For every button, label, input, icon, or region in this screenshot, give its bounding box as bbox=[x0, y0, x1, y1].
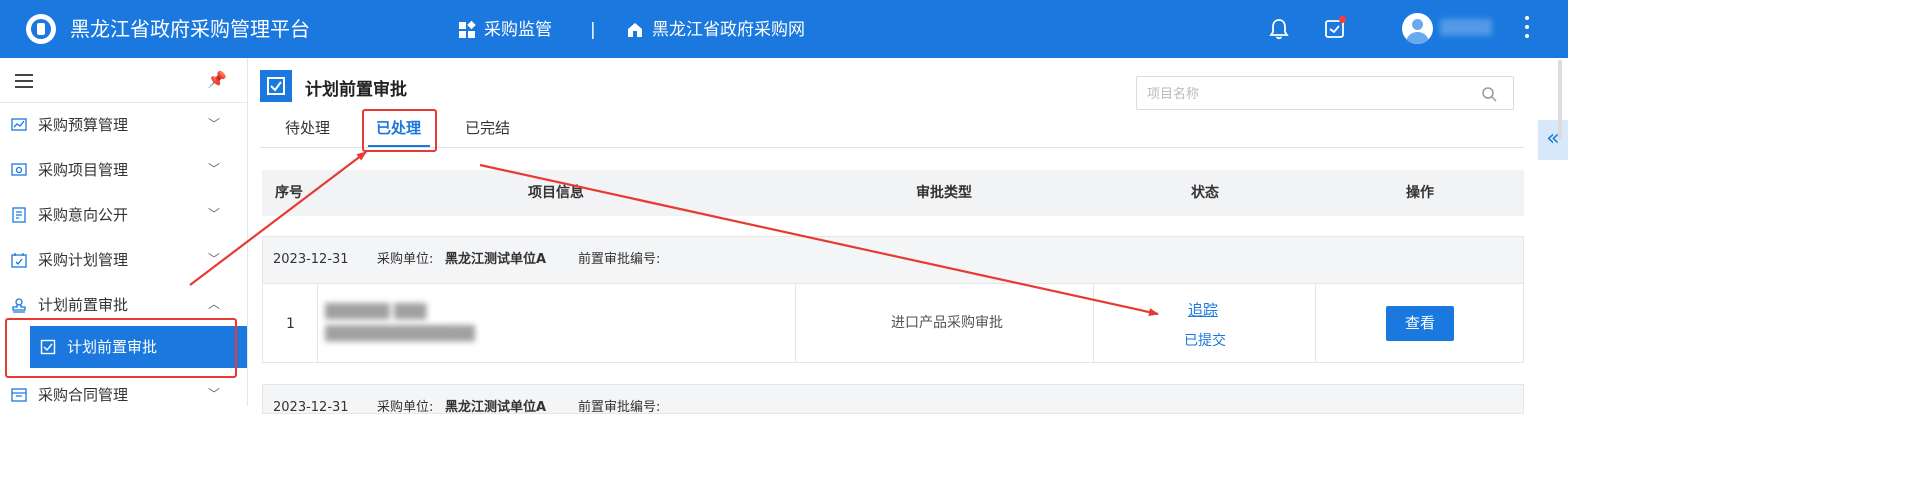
chevron-down-icon: ﹀ bbox=[208, 387, 221, 401]
tab-pending[interactable]: 待处理 bbox=[285, 117, 330, 139]
approval-code-label: 前置审批编号: bbox=[578, 252, 661, 267]
calendar-icon bbox=[11, 253, 27, 268]
column-divider bbox=[795, 283, 796, 362]
column-divider bbox=[317, 283, 318, 362]
group-date: 2023-12-31 bbox=[273, 252, 349, 267]
table-group: 2023-12-31 采购单位: 黑龙江测试单位A 前置审批编号: bbox=[262, 384, 1524, 415]
column-divider bbox=[1093, 283, 1094, 362]
logo-icon bbox=[26, 14, 56, 44]
top-bar: 黑龙江省政府采购管理平台 采购监管 | 黑龙江省政府采购网 ██████ bbox=[0, 0, 1568, 58]
sidebar-item-label: 采购预算管理 bbox=[38, 116, 129, 134]
task-icon[interactable] bbox=[1324, 16, 1346, 43]
chevron-down-icon: ﹀ bbox=[208, 162, 221, 176]
notification-dot bbox=[1339, 16, 1346, 23]
project-detail: ████████████████ bbox=[325, 326, 475, 342]
username[interactable]: ██████ bbox=[1440, 16, 1492, 40]
pin-icon[interactable]: 📌 bbox=[207, 70, 227, 89]
page-title: 计划前置审批 bbox=[305, 80, 407, 100]
chevron-up-icon: ︿ bbox=[208, 297, 221, 311]
sidebar-item-intent[interactable]: 采购意向公开 ﹀ bbox=[0, 193, 247, 238]
menu-icon[interactable] bbox=[15, 74, 33, 92]
approval-code-label: 前置审批编号: bbox=[578, 400, 661, 415]
grid-icon bbox=[459, 21, 476, 38]
sidebar-item-plan[interactable]: 采购计划管理 ﹀ bbox=[0, 238, 247, 283]
chevron-down-icon: ﹀ bbox=[208, 252, 221, 266]
column-header-approval-type: 审批类型 bbox=[916, 185, 972, 201]
unit-value: 黑龙江测试单位A bbox=[445, 400, 547, 415]
approval-type: 进口产品采购审批 bbox=[891, 315, 1003, 331]
nav-label: 采购监管 bbox=[484, 20, 552, 40]
search-box bbox=[1136, 76, 1514, 110]
group-date: 2023-12-31 bbox=[273, 400, 349, 415]
sidebar-item-label: 采购意向公开 bbox=[38, 206, 129, 224]
annotation-box bbox=[362, 109, 437, 152]
unit-label: 采购单位: bbox=[377, 252, 434, 267]
tab-completed[interactable]: 已完结 bbox=[465, 117, 510, 139]
annotation-box bbox=[5, 318, 237, 378]
document-icon bbox=[12, 207, 26, 223]
column-header-project-info: 项目信息 bbox=[528, 185, 584, 201]
nav-procurement-supervision[interactable]: 采购监管 bbox=[458, 18, 552, 42]
more-menu-icon[interactable] bbox=[1523, 16, 1531, 43]
sidebar-item-contract[interactable]: 采购合同管理 ﹀ bbox=[0, 373, 247, 418]
nav-procurement-website[interactable]: 黑龙江省政府采购网 bbox=[626, 18, 805, 42]
sidebar-item-budget[interactable]: 采购预算管理 ﹀ bbox=[0, 103, 247, 148]
stamp-icon bbox=[12, 298, 26, 313]
column-header-actions: 操作 bbox=[1406, 185, 1434, 201]
column-header-status: 状态 bbox=[1191, 185, 1219, 201]
chart-icon bbox=[11, 118, 27, 131]
search-input[interactable] bbox=[1145, 82, 1469, 106]
nav-separator: | bbox=[590, 20, 596, 40]
sidebar-item-label: 采购合同管理 bbox=[38, 386, 129, 404]
avatar[interactable] bbox=[1402, 13, 1433, 44]
row-index: 1 bbox=[286, 316, 295, 332]
scrollbar[interactable] bbox=[1556, 60, 1564, 406]
chevron-down-icon: ﹀ bbox=[208, 207, 221, 221]
column-header-index: 序号 bbox=[275, 185, 303, 201]
unit-label: 采购单位: bbox=[377, 400, 434, 415]
table-group: 2023-12-31 采购单位: 黑龙江测试单位A 前置审批编号: 1 ████… bbox=[262, 236, 1524, 363]
sidebar-item-label: 采购计划管理 bbox=[38, 251, 129, 269]
view-button[interactable]: 查看 bbox=[1386, 306, 1454, 341]
sidebar-item-label: 计划前置审批 bbox=[38, 296, 129, 314]
sidebar-toolbar: 📌 bbox=[0, 58, 247, 103]
chevron-down-icon: ﹀ bbox=[208, 117, 221, 131]
search-icon[interactable] bbox=[1481, 86, 1497, 102]
column-divider bbox=[1315, 283, 1316, 362]
contract-icon bbox=[11, 388, 27, 402]
bell-icon[interactable] bbox=[1268, 18, 1290, 40]
status-text: 已提交 bbox=[1184, 333, 1226, 349]
unit-value: 黑龙江测试单位A bbox=[445, 252, 547, 267]
group-header: 2023-12-31 采购单位: 黑龙江测试单位A 前置审批编号: bbox=[263, 237, 1523, 284]
app-title: 黑龙江省政府采购管理平台 bbox=[70, 17, 310, 41]
sidebar-item-label: 采购项目管理 bbox=[38, 161, 129, 179]
monitor-icon bbox=[11, 163, 27, 176]
track-link[interactable]: 追踪 bbox=[1188, 300, 1218, 320]
divider bbox=[260, 147, 1524, 148]
sidebar-item-project[interactable]: 采购项目管理 ﹀ bbox=[0, 148, 247, 193]
table-header: 序号 项目信息 审批类型 状态 操作 bbox=[262, 170, 1524, 216]
home-icon bbox=[628, 23, 642, 37]
nav-label: 黑龙江省政府采购网 bbox=[652, 20, 805, 40]
page-title-icon bbox=[260, 70, 292, 102]
project-name: ██████ ███ bbox=[325, 304, 427, 320]
